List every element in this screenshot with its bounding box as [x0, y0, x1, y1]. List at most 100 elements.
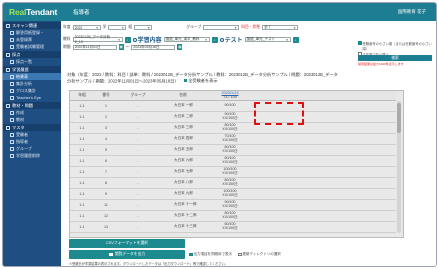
- cell-score[interactable]: 90/100 XX/100日: [208, 111, 252, 123]
- table-row[interactable]: 1-1 13- 大日本 十三郎 60/100 XX/100日: [70, 221, 396, 233]
- csv-format-button[interactable]: CSVフォーマットを選択: [69, 239, 185, 248]
- class-select[interactable]: ▼: [134, 25, 153, 30]
- chevron-down-icon: ▼: [117, 37, 121, 42]
- test-select[interactable]: 国語_単元_テスト ▼: [244, 37, 291, 42]
- cell-score[interactable]: 100/100 XX/100日: [208, 166, 252, 178]
- chevron-down-icon: ▼: [204, 37, 208, 42]
- cell-number: 9: [94, 188, 118, 200]
- search-warning: 検索結果は最大1000件表示します: [358, 62, 404, 66]
- table-row[interactable]: 1-1 8- 大日本 八郎 80/100 XX/100日: [70, 177, 396, 189]
- download-option-2-label: 更新ディレクトリの選択: [242, 252, 281, 256]
- unit-select[interactable]: 国語_単元_漢字_教科 ▼: [163, 37, 210, 42]
- cell-score[interactable]: 80/100 XX/100日: [208, 177, 252, 189]
- user-name[interactable]: 国際教育 花子: [398, 9, 426, 15]
- cell-name: 大日本 三郎: [158, 122, 208, 134]
- app-logo[interactable]: Real Tendant: [3, 3, 61, 21]
- sidebar-label: Teacher's Eye: [16, 95, 41, 100]
- main-area: 年度 2022 ▼ 学 ▼ 組 ▼ グループ ▼ 科目・状態 全て ▼ 教科 202…: [61, 21, 436, 266]
- cell-score[interactable]: 70/100 XX/100日: [208, 133, 252, 145]
- sidebar-item[interactable]: 作成: [3, 109, 61, 116]
- table-row[interactable]: 1-1 7- 大日本 七郎 100/100 XX/100日: [70, 166, 396, 178]
- sidebar-item[interactable]: 解答用紙登録・: [3, 29, 61, 36]
- test-search-button[interactable]: ⌕: [292, 36, 299, 43]
- cell-score[interactable]: 80/100 XX/100日: [208, 122, 252, 134]
- year-select[interactable]: 2022 ▼: [72, 25, 101, 30]
- sidebar-item[interactable]: 未登録票: [3, 36, 61, 43]
- logo-part-b: Tendant: [26, 7, 58, 17]
- checkbox[interactable]: [189, 252, 193, 257]
- sidebar-item[interactable]: 集計分析: [3, 80, 61, 87]
- section-icon: [6, 125, 10, 130]
- calendar-to-button[interactable]: ▦: [177, 44, 183, 50]
- table-row[interactable]: 1-1 11- 大日本 十一郎 90/100 XX/100日: [70, 199, 396, 211]
- table-row[interactable]: 1-1 9- 大日本 九郎 100/100 XX/100日: [70, 188, 396, 200]
- unit-search-button[interactable]: ⌕: [211, 36, 218, 43]
- cell-class: 1-1: [70, 155, 94, 167]
- show-all-toggle[interactable]: 全受験者を表示: [183, 78, 218, 84]
- col-score-date[interactable]: 2023/1/13 73 / 100: [208, 91, 252, 101]
- sidebar-item[interactable]: 学習履歴削除: [3, 152, 61, 159]
- checkbox[interactable]: [358, 41, 362, 45]
- table-row[interactable]: 1-1 5- 大日本 五郎 80/100 XX/100日: [70, 144, 396, 156]
- sidebar-label: 教材: [16, 116, 24, 122]
- status-select[interactable]: 全て ▼: [262, 25, 299, 30]
- cell-score[interactable]: 90/100 XX/100日: [208, 199, 252, 211]
- sidebar-item[interactable]: 受験者試験管理: [3, 43, 61, 50]
- download-button[interactable]: 閲覧データを出力: [69, 250, 185, 259]
- cell-score[interactable]: 100/100 XX/100日: [208, 188, 252, 200]
- date-from-input[interactable]: 2022年11月01日: [72, 44, 117, 50]
- cell-score[interactable]: 60/100 XX/100日: [208, 155, 252, 167]
- table-row[interactable]: 1-1 1- 大日本 一郎 90/100: [70, 100, 396, 112]
- sidebar-section[interactable]: 学習履歴: [3, 66, 61, 73]
- sidebar-section[interactable]: マスタ: [3, 124, 61, 131]
- school-select[interactable]: ▼: [108, 25, 127, 30]
- date-to-input[interactable]: 2023年05月18日: [131, 44, 176, 50]
- cell-name: 大日本 九郎: [158, 188, 208, 200]
- sidebar-item[interactable]: 受験者: [3, 131, 61, 138]
- cell-number: 7: [94, 166, 118, 178]
- status-label: 科目・状態: [241, 25, 261, 29]
- sidebar-section[interactable]: スキャン関連: [3, 22, 61, 29]
- table-row[interactable]: 1-1 3- 大日本 三郎 80/100 XX/100日: [70, 122, 396, 134]
- search-button[interactable]: 検索: [358, 55, 432, 61]
- chevron-down-icon: ▼: [147, 25, 151, 30]
- sidebar-label: 学習履歴削除: [16, 152, 40, 158]
- sidebar-section[interactable]: 教材・問題: [3, 102, 61, 109]
- sidebar-item[interactable]: 教材: [3, 116, 61, 123]
- cell-name: 大日本 十二郎: [158, 210, 208, 222]
- calendar-from-button[interactable]: ▦: [118, 44, 124, 50]
- sidebar-item[interactable]: グループ: [3, 145, 61, 152]
- subject-search-button[interactable]: ⌕: [124, 36, 131, 43]
- group-select[interactable]: ▼: [203, 25, 240, 30]
- table-row[interactable]: 1-1 4- 大日本 四郎 70/100 XX/100日: [70, 133, 396, 145]
- score-sub: XX/100日: [222, 126, 238, 131]
- sidebar-item[interactable]: 採点一覧: [3, 58, 61, 65]
- search-icon: ⌕: [126, 37, 129, 42]
- footer-note: ※受験日が学習結果の表示されます。ダウンロードしたデータは「出力ダウンロード」等…: [69, 262, 228, 266]
- cell-score[interactable]: 80/100 XX/100日: [208, 144, 252, 156]
- sidebar-item[interactable]: 結果表: [3, 73, 61, 80]
- sidebar-item[interactable]: 指導者: [3, 138, 61, 145]
- table-row[interactable]: 1-1 12- 大日本 十二郎 80/100 XX/100日: [70, 210, 396, 222]
- sidebar-item[interactable]: Teacher's Eye: [3, 94, 61, 101]
- status-value: 全て: [264, 25, 272, 29]
- cell-score[interactable]: 90/100: [208, 100, 252, 112]
- checkbox[interactable]: [238, 252, 242, 257]
- cell-score[interactable]: 80/100 XX/100日: [208, 210, 252, 222]
- cell-score[interactable]: 60/100 XX/100日: [208, 221, 252, 233]
- subject-label: 教科: [63, 37, 71, 41]
- sidebar-item[interactable]: クロス集計: [3, 87, 61, 94]
- cell-empty: [252, 144, 396, 156]
- download-option-1[interactable]: 出力項目を同順序で表示: [189, 252, 232, 257]
- score-value: 90/100: [224, 102, 236, 107]
- checkbox[interactable]: [183, 78, 188, 83]
- table-row[interactable]: 1-1 2- 大日本 二郎 90/100 XX/100日: [70, 111, 396, 123]
- sort-check-1[interactable]: 受験番号の小さい順（または在籍番号の小さい順）: [358, 41, 432, 51]
- download-option-2[interactable]: 更新ディレクトリの選択: [238, 252, 281, 257]
- table-row[interactable]: 1-1 6- 大日本 六郎 60/100 XX/100日: [70, 155, 396, 167]
- cell-number: 1: [94, 100, 118, 112]
- sidebar-section[interactable]: 採点: [3, 51, 61, 58]
- table-scrollbar-thumb[interactable]: [397, 103, 401, 133]
- top-bar: Real Tendant 指導者 国際教育 花子: [3, 3, 436, 21]
- subject-select[interactable]: 2023012B_データ分析 E_13 ▼: [72, 35, 123, 44]
